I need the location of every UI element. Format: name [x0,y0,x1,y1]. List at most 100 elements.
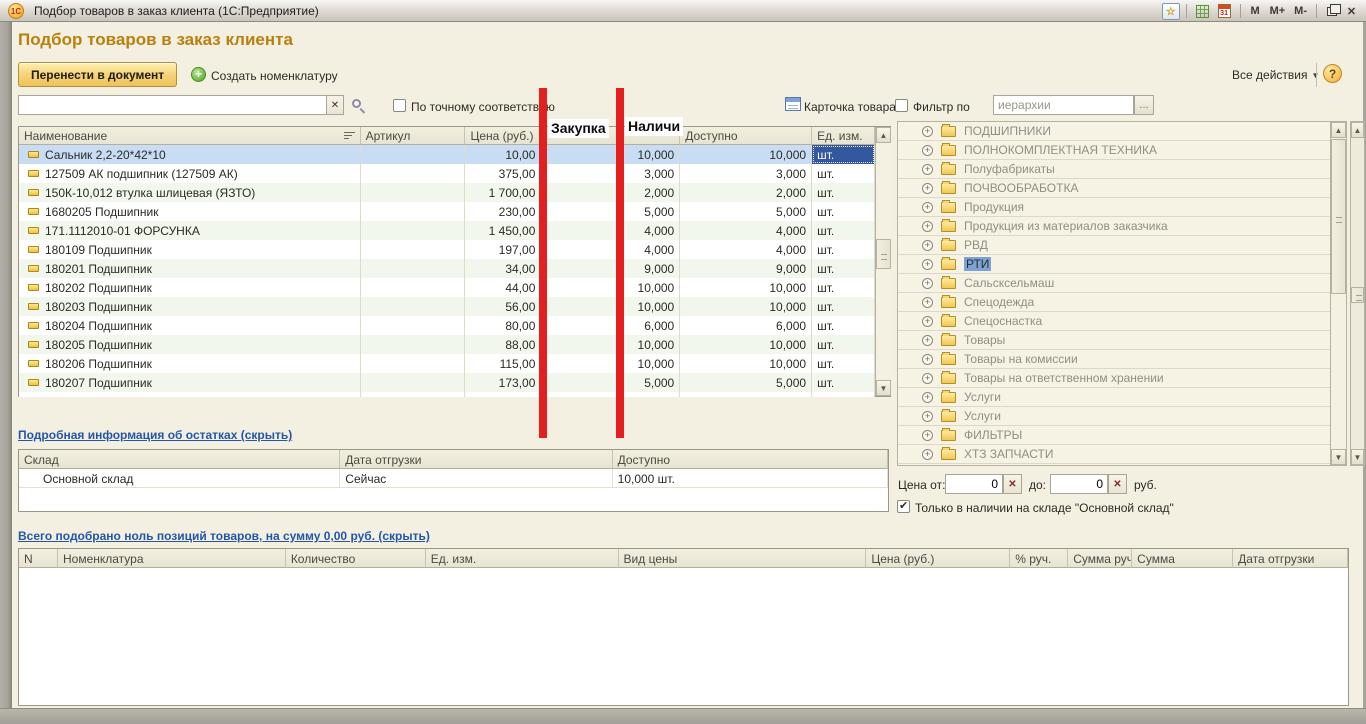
column-header[interactable]: Дата отгрузки [340,450,612,469]
help-button[interactable]: ? [1323,64,1342,83]
table-row[interactable]: 180205 Подшипник88,0010,00010,000шт. [19,335,875,354]
table-row[interactable]: 150К-10,012 втулка шлицевая (ЯЗТО)1 700,… [19,183,875,202]
column-header[interactable]: Ед. изм. [426,549,619,568]
tree-scrollbar[interactable]: ▲ ▼ [1330,122,1346,465]
column-header[interactable]: % руч. [1010,549,1068,568]
memory-minus-button[interactable]: M- [1291,3,1310,20]
table-row[interactable]: 180206 Подшипник115,0010,00010,000шт. [19,354,875,373]
product-card-button[interactable]: Карточка товара [804,100,896,114]
scroll-down-button[interactable]: ▼ [1351,449,1364,465]
scroll-up-button[interactable]: ▲ [1351,122,1364,138]
table-row[interactable]: 180203 Подшипник56,0010,00010,000шт. [19,297,875,316]
calendar-button[interactable]: 31 [1215,3,1234,20]
panel-scrollbar[interactable]: ▲ ▼ [1350,121,1365,466]
memory-plus-button[interactable]: M+ [1267,3,1289,20]
tree-item[interactable]: +ФИЛЬТРЫ [898,426,1346,445]
search-clear-button[interactable]: ✕ [326,95,344,115]
expand-icon[interactable]: + [922,449,933,460]
column-header[interactable]: Номенклатура [58,549,286,568]
create-nomenclature-button[interactable]: Создать номенклатуру [211,69,338,83]
tree-item[interactable]: +Товары на комиссии [898,350,1346,369]
column-header[interactable]: Количество [286,549,426,568]
column-header[interactable]: Артикул [361,127,466,145]
products-scrollbar[interactable]: ▲ ▼ [875,127,891,396]
expand-icon[interactable]: + [922,430,933,441]
tree-item[interactable]: +ХТЗ ЗАПЧАСТИ [898,445,1346,464]
scroll-thumb[interactable] [876,239,891,269]
favorites-button[interactable]: ☆ [1162,3,1180,20]
price-from-clear-button[interactable]: ✕ [1003,474,1022,494]
expand-icon[interactable]: + [922,278,933,289]
table-row[interactable] [19,392,875,397]
calculator-button[interactable] [1193,3,1212,20]
expand-icon[interactable]: + [922,240,933,251]
scroll-up-button[interactable]: ▲ [876,127,891,143]
search-icon[interactable] [351,98,367,114]
filter-by-checkbox[interactable] [895,99,908,112]
transfer-to-document-button[interactable]: Перенести в документ [18,62,177,87]
expand-icon[interactable]: + [922,354,933,365]
scroll-thumb[interactable] [1351,287,1364,303]
column-header[interactable]: Цена (руб.) [866,549,1010,568]
scroll-thumb[interactable] [1331,139,1346,294]
expand-icon[interactable]: + [922,183,933,194]
expand-icon[interactable]: + [922,373,933,384]
tree-item[interactable]: +РТИ [898,255,1346,274]
tree-item[interactable]: +Спецоснастка [898,312,1346,331]
table-row[interactable]: 180207 Подшипник173,005,0005,000шт. [19,373,875,392]
scroll-down-button[interactable]: ▼ [1331,449,1346,465]
table-row[interactable]: 180202 Подшипник44,0010,00010,000шт. [19,278,875,297]
tree-item[interactable]: +ПОЧВООБРАБОТКА [898,179,1346,198]
expand-icon[interactable]: + [922,145,933,156]
tree-item[interactable]: +ПОЛНОКОМПЛЕКТНАЯ ТЕХНИКА [898,141,1346,160]
expand-icon[interactable]: + [922,392,933,403]
expand-icon[interactable]: + [922,221,933,232]
price-to-input[interactable] [1050,474,1108,494]
expand-icon[interactable]: + [922,259,933,270]
table-row[interactable]: 180109 Подшипник197,004,0004,000шт. [19,240,875,259]
stock-info-link[interactable]: Подробная информация об остатках (скрыть… [18,428,292,442]
search-input[interactable] [18,95,327,115]
tree-item[interactable]: +Полуфабрикаты [898,160,1346,179]
product-card-icon[interactable] [785,97,801,111]
tree-item[interactable]: +Спецодежда [898,293,1346,312]
column-header[interactable]: Ед. изм. [812,127,875,145]
tree-item[interactable]: + [898,464,1346,466]
scroll-up-button[interactable]: ▲ [1331,122,1346,138]
tree-item[interactable]: +Продукция из материалов заказчика [898,217,1346,236]
expand-icon[interactable]: + [922,335,933,346]
selection-summary-link[interactable]: Всего подобрано ноль позиций товаров, на… [18,529,430,543]
exact-match-checkbox[interactable] [393,99,406,112]
column-header[interactable]: Дата отгрузки [1233,549,1348,568]
column-header[interactable]: Сумма [1132,549,1233,568]
table-row[interactable]: Основной складСейчас10,000 шт. [19,469,888,488]
create-plus-icon[interactable]: + [191,67,206,82]
memory-button[interactable]: M [1247,3,1264,20]
expand-icon[interactable]: + [922,316,933,327]
expand-icon[interactable]: + [922,202,933,213]
column-header[interactable]: Доступно [680,127,812,145]
all-actions-button[interactable]: Все действия ▼ [1232,68,1319,82]
column-header[interactable]: Сумма руч. [1068,549,1132,568]
tree-item[interactable]: +ПОДШИПНИКИ [898,122,1346,141]
tree-item[interactable]: +Услуги [898,407,1346,426]
table-row[interactable]: Сальник 2,2-20*42*1010,0010,00010,000шт. [19,145,875,164]
expand-icon[interactable]: + [922,126,933,137]
scroll-down-button[interactable]: ▼ [876,380,891,396]
table-row[interactable]: 180201 Подшипник34,009,0009,000шт. [19,259,875,278]
table-row[interactable]: 1680205 Подшипник230,005,0005,000шт. [19,202,875,221]
column-header[interactable]: Наименование [19,127,361,145]
expand-icon[interactable]: + [922,411,933,422]
hierarchy-input[interactable] [993,95,1134,115]
restore-window-button[interactable] [1323,3,1340,20]
tree-item[interactable]: +Продукция [898,198,1346,217]
tree-item[interactable]: +Сальсксельмаш [898,274,1346,293]
tree-item[interactable]: +Товары на ответственном хранении [898,369,1346,388]
column-header[interactable]: Доступно [613,450,888,469]
tree-item[interactable]: +РВД [898,236,1346,255]
table-row[interactable]: 180204 Подшипник80,006,0006,000шт. [19,316,875,335]
column-header[interactable]: Вид цены [619,549,867,568]
expand-icon[interactable]: + [922,297,933,308]
close-button[interactable]: ✕ [1343,3,1360,20]
only-in-stock-checkbox[interactable] [897,500,910,513]
